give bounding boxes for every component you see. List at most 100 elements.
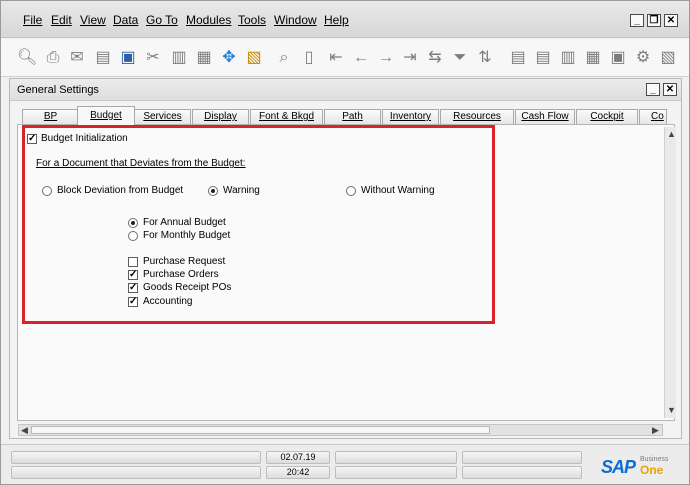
export-icon[interactable]: ✂ bbox=[143, 48, 163, 68]
scroll-right-icon[interactable]: ▶ bbox=[652, 425, 659, 436]
last-record-icon[interactable]: ⇥ bbox=[400, 48, 420, 68]
scrollbar-thumb[interactable] bbox=[31, 426, 490, 434]
sort-icon[interactable]: ⇅ bbox=[475, 48, 495, 68]
tab-font-bkgd[interactable]: Font & Bkgd bbox=[250, 109, 323, 124]
fax-icon[interactable]: ▣ bbox=[118, 48, 138, 68]
toolbar: 🔍︎ ⎙ ✉ ▤ ▣ ✂ ▥ ▦ ✥ ▧ ⌕ ▯ ⇤ ← → ⇥ ⇆ ⏷ ⇅ ▤… bbox=[1, 39, 689, 77]
tab-display[interactable]: Display bbox=[192, 109, 249, 124]
window-title: General Settings bbox=[17, 84, 99, 96]
first-record-icon[interactable]: ⇤ bbox=[326, 48, 346, 68]
status-field-8 bbox=[462, 466, 582, 479]
general-settings-window: General Settings _ ✕ BP Budget Services … bbox=[9, 78, 682, 439]
sap-business-text: Business bbox=[640, 456, 669, 463]
monthly-budget-label: For Monthly Budget bbox=[143, 230, 231, 241]
vertical-scrollbar[interactable]: ▲ ▼ bbox=[664, 127, 676, 418]
tab-cockpit[interactable]: Cockpit bbox=[576, 109, 638, 124]
status-date: 02.07.19 bbox=[266, 451, 330, 464]
restore-icon[interactable]: ❐ bbox=[647, 14, 661, 27]
goods-receipt-checkbox[interactable]: ✓ bbox=[128, 283, 138, 293]
status-time: 20:42 bbox=[266, 466, 330, 479]
close-icon[interactable]: ✕ bbox=[664, 14, 678, 27]
purchase-orders-label: Purchase Orders bbox=[143, 269, 219, 280]
word-icon[interactable]: ▥ bbox=[169, 48, 189, 68]
tab-co[interactable]: Co bbox=[639, 109, 667, 124]
purchase-orders-checkbox[interactable]: ✓ bbox=[128, 270, 138, 280]
goods-receipt-label: Goods Receipt POs bbox=[143, 282, 232, 293]
tab-bp[interactable]: BP bbox=[22, 109, 79, 124]
status-field-1 bbox=[11, 451, 261, 464]
print-icon[interactable]: ⎙ bbox=[43, 48, 63, 68]
form-settings-icon[interactable]: ▧ bbox=[658, 48, 678, 68]
tab-cash-flow[interactable]: Cash Flow bbox=[515, 109, 575, 124]
tab-resources[interactable]: Resources bbox=[440, 109, 514, 124]
next-record-icon[interactable]: → bbox=[376, 48, 396, 68]
without-warning-radio[interactable] bbox=[346, 186, 356, 196]
horizontal-scrollbar[interactable]: ◀ ▶ bbox=[18, 424, 663, 436]
tab-path[interactable]: Path bbox=[324, 109, 381, 124]
payment-icon[interactable]: ▦ bbox=[583, 48, 603, 68]
preview-icon[interactable]: 🔍︎ bbox=[17, 48, 37, 68]
deviation-heading: For a Document that Deviates from the Bu… bbox=[36, 158, 246, 169]
status-bar: 02.07.19 20:42 SAP Business One bbox=[1, 444, 689, 484]
tab-services[interactable]: Services bbox=[134, 109, 191, 124]
lock-icon[interactable]: ▧ bbox=[244, 48, 264, 68]
filter-icon[interactable]: ⏷ bbox=[450, 48, 470, 68]
settings-icon[interactable]: ⚙ bbox=[633, 48, 653, 68]
purchase-request-label: Purchase Request bbox=[143, 256, 226, 267]
monthly-budget-radio[interactable] bbox=[128, 231, 138, 241]
scroll-left-icon[interactable]: ◀ bbox=[21, 425, 28, 436]
inner-close-icon[interactable]: ✕ bbox=[663, 83, 677, 96]
email-icon[interactable]: ✉ bbox=[67, 48, 87, 68]
base-document-icon[interactable]: ▤ bbox=[508, 48, 528, 68]
tab-inventory[interactable]: Inventory bbox=[382, 109, 439, 124]
tab-budget[interactable]: Budget bbox=[77, 106, 135, 125]
status-field-3 bbox=[335, 451, 457, 464]
scroll-up-icon[interactable]: ▲ bbox=[667, 129, 676, 139]
budget-initialization-checkbox[interactable]: ✓ bbox=[27, 134, 37, 144]
settings-tabs: BP Budget Services Display Font & Bkgd P… bbox=[10, 106, 681, 125]
menu-file[interactable]: File bbox=[23, 13, 42, 27]
warning-label: Warning bbox=[223, 185, 260, 196]
previous-record-icon[interactable]: ← bbox=[351, 48, 371, 68]
pdf-icon[interactable]: ▦ bbox=[194, 48, 214, 68]
menu-tools[interactable]: Tools bbox=[238, 13, 266, 27]
journal-icon[interactable]: ▥ bbox=[558, 48, 578, 68]
status-field-7 bbox=[335, 466, 457, 479]
annual-budget-radio[interactable] bbox=[128, 218, 138, 228]
gross-profit-icon[interactable]: ▣ bbox=[608, 48, 628, 68]
block-deviation-label: Block Deviation from Budget bbox=[57, 185, 184, 196]
budget-panel: ✓ Budget Initialization For a Document t… bbox=[17, 124, 675, 421]
sms-icon[interactable]: ▤ bbox=[93, 48, 113, 68]
status-field-5 bbox=[11, 466, 261, 479]
menu-view[interactable]: View bbox=[80, 13, 106, 27]
warning-radio[interactable] bbox=[208, 186, 218, 196]
scroll-down-icon[interactable]: ▼ bbox=[667, 405, 676, 415]
menu-edit[interactable]: Edit bbox=[51, 13, 72, 27]
sap-business-one-logo: SAP Business One bbox=[601, 455, 681, 477]
sap-one-text: One bbox=[640, 463, 664, 477]
launch-icon[interactable]: ✥ bbox=[219, 48, 239, 68]
annual-budget-label: For Annual Budget bbox=[143, 217, 226, 228]
sap-logo-text: SAP bbox=[601, 457, 636, 477]
status-field-4 bbox=[462, 451, 582, 464]
block-deviation-radio[interactable] bbox=[42, 186, 52, 196]
add-icon[interactable]: ▯ bbox=[299, 48, 319, 68]
without-warning-label: Without Warning bbox=[361, 185, 435, 196]
menu-help[interactable]: Help bbox=[324, 13, 349, 27]
menu-bar: File Edit View Data Go To Modules Tools … bbox=[1, 1, 689, 38]
budget-initialization-label: Budget Initialization bbox=[41, 133, 128, 144]
refresh-icon[interactable]: ⇆ bbox=[425, 48, 445, 68]
accounting-label: Accounting bbox=[143, 296, 193, 307]
menu-modules[interactable]: Modules bbox=[186, 13, 231, 27]
menu-data[interactable]: Data bbox=[113, 13, 138, 27]
inner-minimize-icon[interactable]: _ bbox=[646, 83, 660, 96]
sap-business-one-window: File Edit View Data Go To Modules Tools … bbox=[0, 0, 690, 485]
menu-window[interactable]: Window bbox=[274, 13, 317, 27]
find-icon[interactable]: ⌕ bbox=[274, 48, 294, 68]
accounting-checkbox[interactable]: ✓ bbox=[128, 297, 138, 307]
menu-goto[interactable]: Go To bbox=[146, 13, 178, 27]
purchase-request-checkbox[interactable] bbox=[128, 257, 138, 267]
minimize-icon[interactable]: _ bbox=[630, 14, 644, 27]
target-document-icon[interactable]: ▤ bbox=[533, 48, 553, 68]
window-titlebar: General Settings _ ✕ bbox=[10, 79, 681, 101]
